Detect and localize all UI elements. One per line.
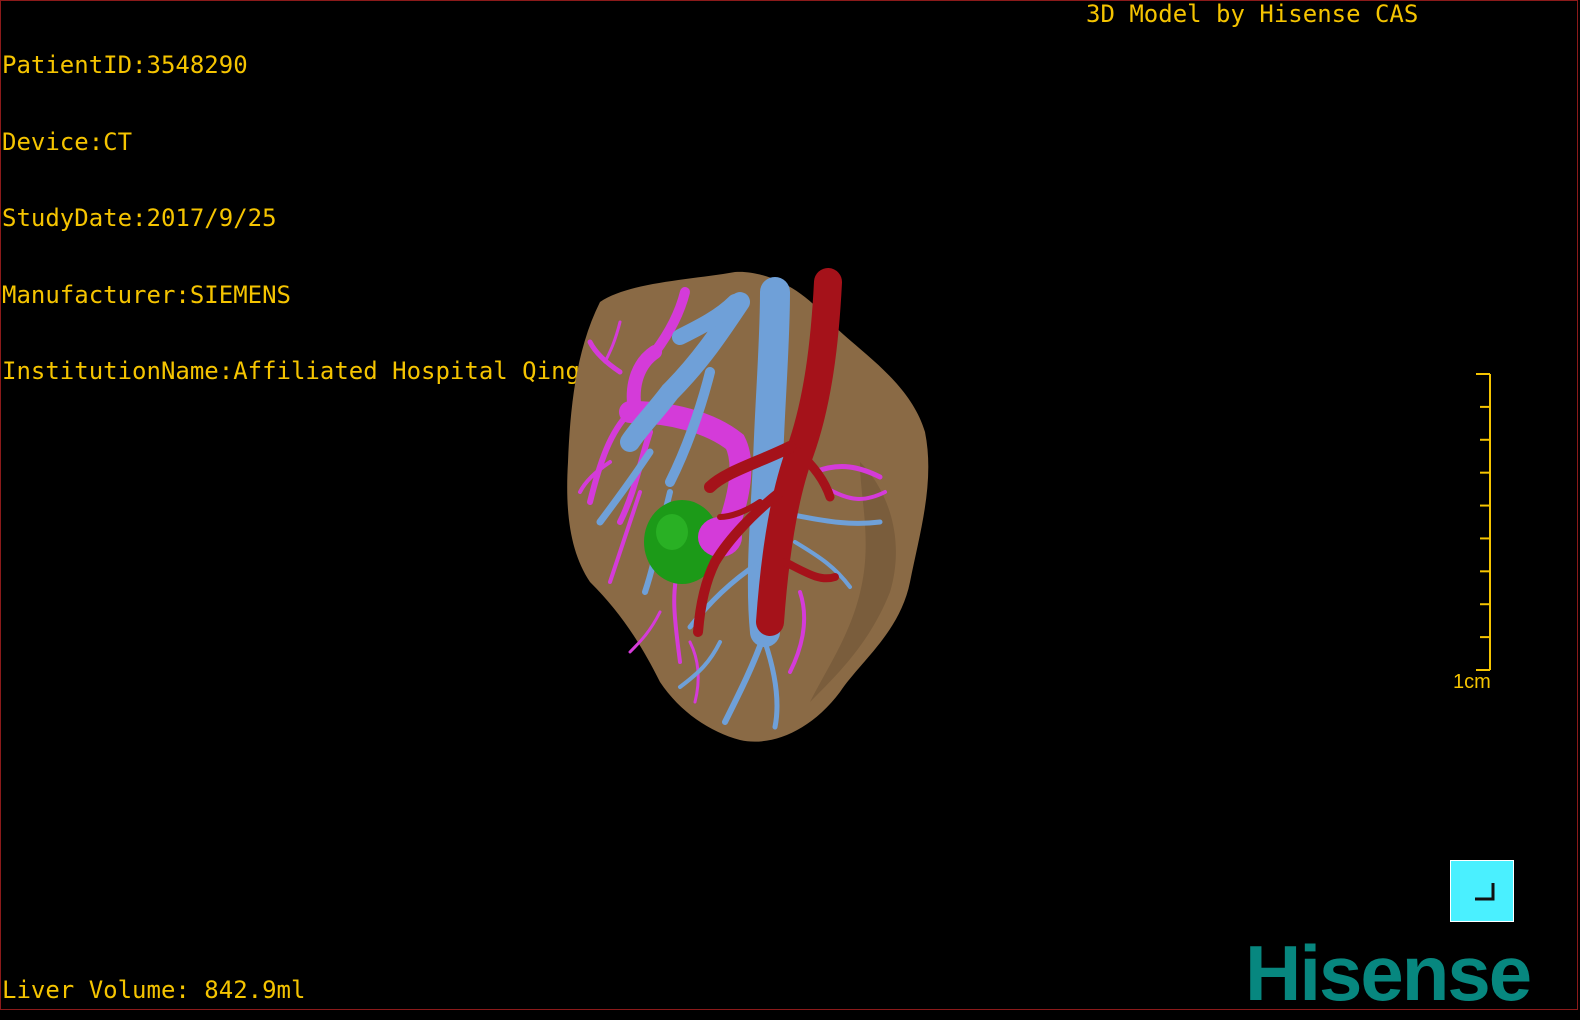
scale-bar-label: 1cm	[1453, 671, 1491, 693]
lesion-highlight	[656, 514, 688, 550]
liver-3d-model[interactable]	[560, 262, 940, 752]
model-credit-text: 3D Model by Hisense CAS	[1086, 0, 1419, 28]
patient-id-text: PatientID:3548290	[2, 51, 248, 79]
device-text: Device:CT	[2, 127, 133, 156]
scale-bar	[1476, 373, 1491, 671]
liver-volume-text: Liver Volume: 842.9ml	[2, 976, 306, 1004]
study-date-text: StudyDate:2017/9/25	[2, 204, 277, 232]
hisense-logo: Hisense	[1245, 929, 1532, 1017]
restore-corner-button[interactable]	[1450, 860, 1514, 922]
restore-corner-icon	[1475, 883, 1495, 901]
